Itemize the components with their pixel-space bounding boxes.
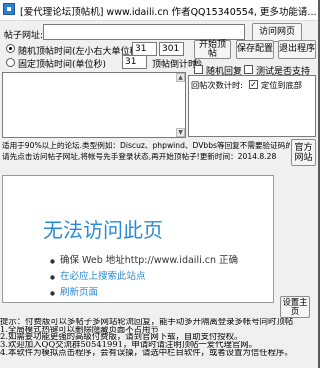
reply-count-label: 回帖次数计时: bbox=[191, 80, 243, 90]
bullet-icon bbox=[49, 289, 56, 296]
locate-bottom-checkbox[interactable]: ✓ bbox=[249, 80, 258, 89]
main-window: [爱代理论坛顶帖机] www.idaili.cn 作者QQ15340554, 更… bbox=[0, 0, 320, 368]
tips-panel: 提示：付费版可以多帖子多网站轮流回复，能手动多开隔离登录多帐号同时顶帖 1.全局… bbox=[0, 318, 318, 357]
fixed-interval-radio[interactable] bbox=[6, 58, 15, 67]
search-site-link[interactable]: 在必应上搜索此站点 bbox=[49, 268, 146, 282]
random-min-input[interactable]: 31 bbox=[132, 42, 157, 56]
info-usage-text: 请先点击访问帖子网址,将帐号先手登录状态,再开始顶帖子!更新时间：2014.8.… bbox=[2, 152, 277, 161]
scroll-up-icon[interactable]: ▲ bbox=[176, 73, 185, 82]
info-compat-text: 适用于90%以上的论坛.类型例如：Discuz、phpwind、DVbbs等回复… bbox=[2, 141, 290, 150]
tip-line-3: 2.如需要功能更强的高级付费版，请到官网下载，自助支付授权。 bbox=[0, 333, 243, 342]
app-icon bbox=[3, 3, 15, 15]
start-button[interactable]: 开始顶帖 bbox=[194, 40, 231, 59]
tip-line-4: 3.欢迎加入QQ交流群50541991，申请时请注明顶帖一爱代理官网。 bbox=[0, 341, 257, 349]
official-site-button[interactable]: 官方 网站 bbox=[291, 139, 316, 166]
tip-line-1: 提示：付费版可以多帖子多网站轮流回复，能手动多开隔离登录多帐号同时顶帖 bbox=[0, 318, 294, 326]
search-site-link-text: 在必应上搜索此站点 bbox=[60, 271, 146, 282]
fixed-interval-label: 固定顶帖时间(单位秒) bbox=[18, 60, 107, 70]
save-config-button[interactable]: 保存配置 bbox=[236, 40, 274, 59]
status-log-area: 回帖次数计时: ✓ 定位到底部 bbox=[188, 75, 316, 137]
window-title: [爱代理论坛顶帖机] www.idaili.cn 作者QQ15340554, 更… bbox=[20, 7, 316, 18]
random-max-input[interactable]: 301 bbox=[159, 42, 184, 56]
bullet-icon bbox=[49, 273, 56, 280]
bullet-icon bbox=[49, 257, 56, 264]
test-proxy-checkbox[interactable] bbox=[244, 65, 253, 74]
error-tip-address: 确保 Web 地址http://www.idaili.cn 正确 bbox=[49, 252, 238, 266]
fixed-interval-input[interactable]: 31 bbox=[122, 55, 147, 69]
random-interval-radio[interactable] bbox=[6, 44, 15, 53]
tip-line-5: 4.本软件为模拟点击程序，会有误操，请选中栏目软件，或者设置为信任程序。 bbox=[0, 348, 293, 357]
reply-content-textarea[interactable]: ▲ ▼ bbox=[2, 72, 186, 138]
countdown-label: 顶帖倒计时 bbox=[152, 60, 198, 70]
locate-bottom-label: 定位到底部 bbox=[261, 80, 302, 90]
embedded-browser[interactable]: 无法访问此页 确保 Web 地址http://www.idaili.cn 正确 … bbox=[2, 175, 274, 303]
error-title: 无法访问此页 bbox=[43, 218, 163, 242]
post-url-label: 帖子网址: bbox=[4, 31, 44, 41]
refresh-page-link[interactable]: 刷新页面 bbox=[49, 284, 98, 298]
set-homepage-button[interactable]: 设置主页 bbox=[280, 296, 310, 318]
exit-button[interactable]: 退出程序 bbox=[278, 40, 316, 59]
post-url-input[interactable] bbox=[43, 24, 245, 40]
title-bar[interactable]: [爱代理论坛顶帖机] www.idaili.cn 作者QQ15340554, 更… bbox=[0, 0, 318, 21]
error-tip-address-text: 确保 Web 地址http://www.idaili.cn 正确 bbox=[60, 255, 239, 266]
random-reply-checkbox[interactable] bbox=[194, 65, 203, 74]
scroll-down-icon[interactable]: ▼ bbox=[176, 128, 185, 137]
tip-line-2: 1.全局模式热键可以删除隐藏页面不占用节 bbox=[0, 325, 159, 334]
refresh-page-link-text: 刷新页面 bbox=[60, 287, 99, 298]
